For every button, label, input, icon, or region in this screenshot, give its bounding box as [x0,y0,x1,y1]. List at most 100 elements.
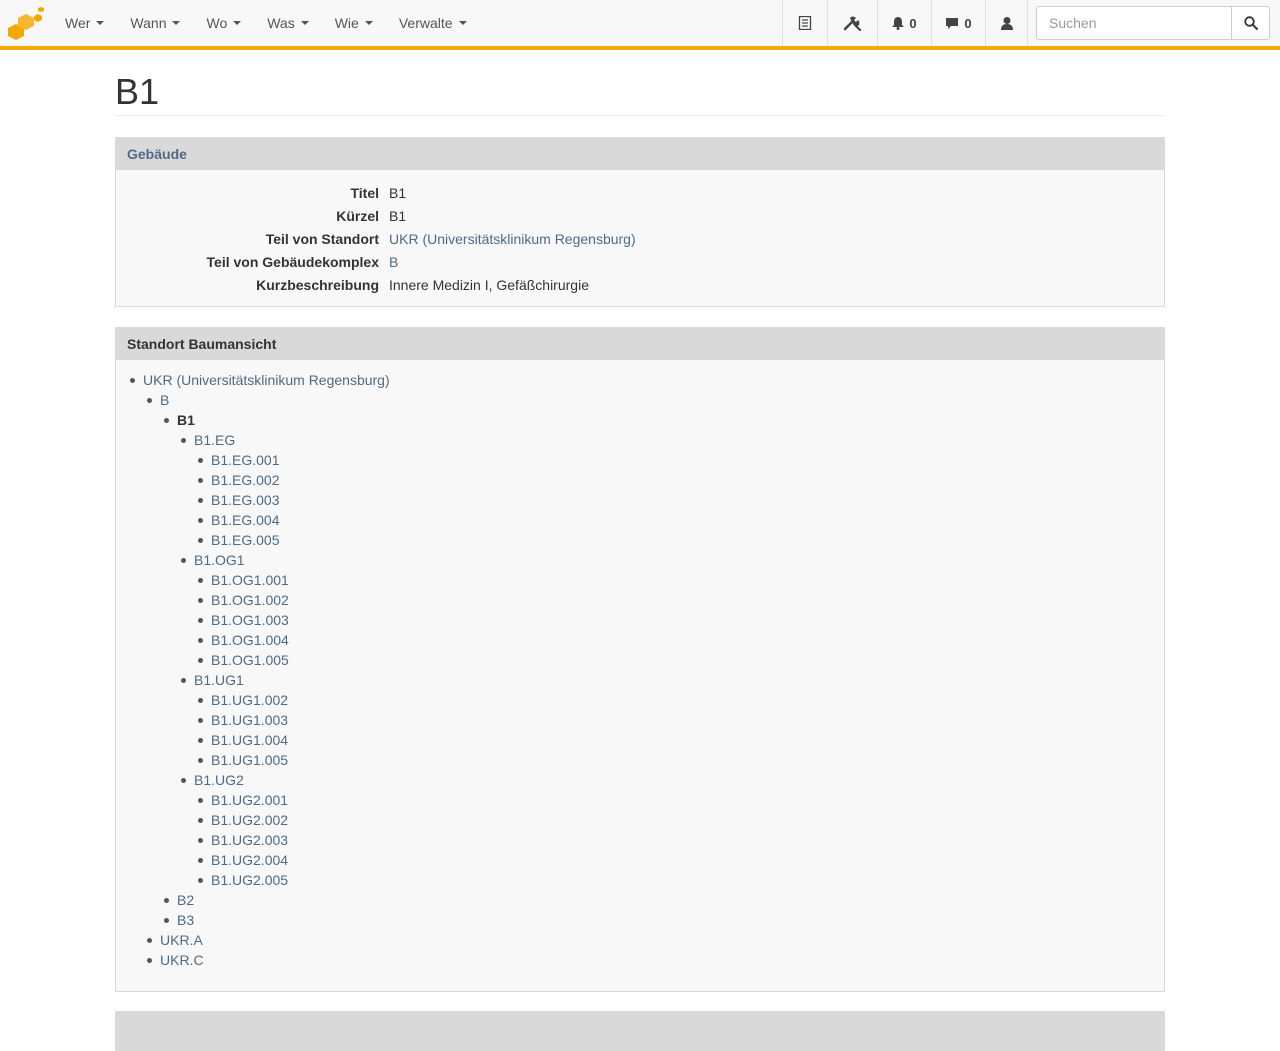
page-title: B1 [115,50,1165,116]
tree-link[interactable]: B1.EG.005 [211,532,280,548]
tree-link[interactable]: B1.UG1 [194,672,244,688]
search-icon [1243,16,1258,30]
tree-panel-heading: Standort Baumansicht [116,328,1164,360]
field-description: Kurzbeschreibung Innere Medizin I, Gefäß… [116,273,1164,296]
menu-wer[interactable]: Wer [52,0,117,46]
tree-node: B1.UG1 [116,670,1164,690]
user-menu-button[interactable] [985,0,1028,46]
field-value: Innere Medizin I, Gefäßchirurgie [389,276,589,293]
building-panel-heading: Gebäude [116,138,1164,170]
tree-node: B1.UG1.004 [116,730,1164,750]
tree-panel: Standort Baumansicht UKR (Universitätskl… [115,327,1165,992]
tree-link[interactable]: B1.UG2.001 [211,792,288,808]
menu-wie[interactable]: Wie [322,0,386,46]
tree-link[interactable]: B1.EG [194,432,235,448]
tree-node: B1.EG.001 [116,450,1164,470]
search-input[interactable] [1036,6,1232,40]
tree-link[interactable]: B3 [177,912,194,928]
notifications-count: 0 [909,15,917,31]
tree-link[interactable]: B1.UG2 [194,772,244,788]
tree-node: B1.UG2.004 [116,850,1164,870]
navbar-actions: 0 0 [782,0,1028,46]
logo-icon[interactable] [4,6,48,42]
tree-link[interactable]: B1.UG2.002 [211,812,288,828]
tree-node: B1.UG1.005 [116,750,1164,770]
field-title: Titel B1 [116,181,1164,204]
tree-link[interactable]: B1.OG1.005 [211,652,289,668]
tree-link[interactable]: B1.OG1.003 [211,612,289,628]
tree-node: B3 [116,910,1164,930]
tree-node: B2 [116,890,1164,910]
tree-node: B [116,390,1164,410]
bell-icon [892,17,905,30]
tree-node: UKR.C [116,950,1164,970]
tree-node: B1.OG1.005 [116,650,1164,670]
messages-count: 0 [964,15,972,31]
tree-node: UKR (Universitätsklinikum Regensburg) [116,370,1164,390]
tree-node: UKR.A [116,930,1164,950]
field-label: Titel [350,184,379,201]
tree-node: B1.OG1.002 [116,590,1164,610]
building-complex-link[interactable]: B [389,254,398,270]
location-tree: UKR (Universitätsklinikum Regensburg) B … [116,360,1164,976]
tree-link[interactable]: B1.UG1.002 [211,692,288,708]
list-icon [798,16,812,30]
field-value: B1 [389,184,407,201]
tree-link[interactable]: B1.OG1 [194,552,245,568]
list-button[interactable] [782,0,827,46]
field-building-complex: Teil von Gebäudekomplex B [116,250,1164,273]
tree-link[interactable]: UKR.C [160,952,204,968]
caret-down-icon [300,21,309,25]
building-details: Titel B1 Kürzel B1 Teil von Standort UKR… [116,170,1164,306]
tree-link[interactable]: UKR (Universitätsklinikum Regensburg) [143,372,390,388]
tree-node: B1.EG.003 [116,490,1164,510]
tree-link[interactable]: B1.OG1.001 [211,572,289,588]
tree-link[interactable]: B2 [177,892,194,908]
caret-down-icon [96,21,105,25]
notifications-button[interactable]: 0 [877,0,931,46]
tree-link[interactable]: B1.EG.003 [211,492,280,508]
menu-verwalte[interactable]: Verwalte [386,0,480,46]
tree-link[interactable]: B1.UG1.005 [211,752,288,768]
tree-node: B1.OG1.001 [116,570,1164,590]
caret-down-icon [458,21,467,25]
tree-node: B1.OG1 [116,550,1164,570]
field-value: B1 [389,207,407,224]
tree-link[interactable]: B1.OG1.004 [211,632,289,648]
tree-node: B1.UG2.001 [116,790,1164,810]
tree-node: B1.EG.002 [116,470,1164,490]
menu-was[interactable]: Was [254,0,321,46]
tree-link[interactable]: B1.UG2.005 [211,872,288,888]
tree-link[interactable]: UKR.A [160,932,203,948]
tree-link[interactable]: B1.EG.004 [211,512,280,528]
tree-link[interactable]: B1.EG.002 [211,472,280,488]
tree-node: B1.UG2.003 [116,830,1164,850]
tree-link[interactable]: B1.UG2.003 [211,832,288,848]
building-panel: Gebäude Titel B1 Kürzel B1 Teil von Stan… [115,137,1165,307]
tree-node: B1.UG2.002 [116,810,1164,830]
tree-link[interactable]: B1.EG.001 [211,452,280,468]
tree-link[interactable]: B1.UG1.003 [211,712,288,728]
tree-link[interactable]: B [160,392,169,408]
tree-link[interactable]: B1.UG1.004 [211,732,288,748]
wrench-icon [843,16,861,31]
caret-down-icon [233,21,242,25]
menu-wo[interactable]: Wo [193,0,254,46]
tree-link[interactable]: B1.UG2.004 [211,852,288,868]
search-button[interactable] [1232,6,1270,40]
tools-button[interactable] [827,0,877,46]
field-label: Teil von Standort [265,230,379,247]
caret-down-icon [364,21,373,25]
menu-wann[interactable]: Wann [117,0,193,46]
tree-node: B1.UG2 [116,770,1164,790]
next-panel-heading [115,1011,1165,1051]
tree-node: B1.EG.004 [116,510,1164,530]
messages-button[interactable]: 0 [931,0,985,46]
main-menu: Wer Wann Wo Was Wie Verwalte [52,0,480,46]
field-short-name: Kürzel B1 [116,204,1164,227]
tree-node: B1.EG.005 [116,530,1164,550]
field-site: Teil von Standort UKR (Universitätsklini… [116,227,1164,250]
tree-link[interactable]: B1.OG1.002 [211,592,289,608]
site-link[interactable]: UKR (Universitätsklinikum Regensburg) [389,231,636,247]
tree-node-current: B1 [116,410,1164,430]
